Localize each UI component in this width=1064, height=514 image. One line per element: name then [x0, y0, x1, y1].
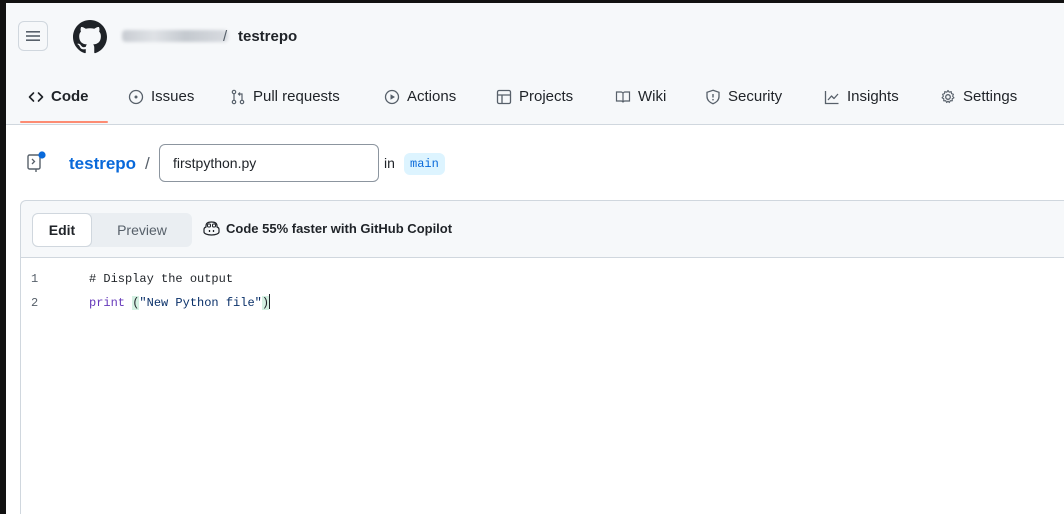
code-editor[interactable]: 1 # Display the output 2 print ("New Pyt… [20, 258, 1064, 514]
breadcrumb-separator: / [223, 28, 228, 45]
active-tab-indicator [20, 121, 108, 123]
editor-toolbar: Edit Preview Code 55% faster with GitHub… [20, 200, 1064, 258]
repo-file-icon [27, 151, 46, 172]
tab-wiki[interactable]: Wiki [615, 69, 666, 124]
repo-tabs: Code Issues Pull requests Actions Projec… [6, 69, 1064, 125]
code-line[interactable]: 2 print ("New Python file") [21, 292, 1021, 314]
hamburger-icon [26, 31, 40, 41]
top-header: / testrepo [6, 3, 1064, 69]
edit-tab[interactable]: Edit [32, 213, 92, 247]
text-cursor [269, 294, 271, 309]
tab-label: Security [728, 88, 783, 105]
code-token-string: "New Python file" [139, 296, 262, 310]
code-token-function: print [89, 296, 133, 310]
tab-security[interactable]: Security [705, 69, 782, 124]
tab-projects[interactable]: Projects [496, 69, 573, 124]
path-separator: / [145, 154, 150, 173]
git-pull-request-icon [231, 89, 245, 104]
owner-name-blurred[interactable] [122, 30, 228, 42]
table-icon [496, 89, 512, 104]
branch-badge[interactable]: main [404, 153, 445, 175]
tab-actions[interactable]: Actions [384, 69, 456, 124]
tab-label: Actions [407, 88, 457, 105]
copilot-icon [203, 221, 220, 236]
line-text: # Display the output [89, 272, 234, 286]
tab-label: Pull requests [253, 88, 340, 105]
tab-insights[interactable]: Insights [824, 69, 899, 124]
code-token-paren-close: ) [261, 296, 270, 310]
code-icon [28, 91, 44, 102]
tab-issues[interactable]: Issues [128, 69, 194, 124]
github-mark-icon[interactable] [73, 20, 107, 54]
menu-button[interactable] [18, 21, 48, 51]
play-icon [384, 89, 400, 104]
github-edit-file-window: / testrepo Code Issues Pull requests Act… [0, 0, 1064, 514]
tab-label: Projects [519, 88, 574, 105]
copilot-promo[interactable]: Code 55% faster with GitHub Copilot [203, 221, 452, 236]
edit-preview-toggle: Edit Preview [32, 213, 192, 247]
tab-settings[interactable]: Settings [940, 69, 1017, 124]
copilot-text: Code 55% faster with GitHub Copilot [226, 221, 453, 236]
tab-label: Code [51, 88, 89, 105]
shield-icon [706, 89, 720, 104]
preview-tab[interactable]: Preview [92, 213, 192, 247]
repo-link[interactable]: testrepo [69, 154, 136, 174]
gear-icon [941, 89, 955, 103]
code-line[interactable]: 1 # Display the output [21, 268, 1021, 290]
tab-label: Wiki [638, 88, 667, 105]
line-number: 2 [31, 296, 39, 310]
tab-pull-requests[interactable]: Pull requests [230, 69, 340, 124]
issue-opened-icon [128, 89, 144, 104]
tab-label: Settings [963, 88, 1018, 105]
line-text: print ("New Python file") [89, 292, 271, 314]
in-label: in [384, 155, 395, 171]
tab-label: Insights [847, 88, 899, 105]
breadcrumb-repo[interactable]: testrepo [238, 28, 297, 45]
book-icon [615, 90, 631, 103]
filename-input[interactable] [159, 144, 379, 182]
tab-code[interactable]: Code [28, 69, 89, 124]
graph-icon [824, 90, 839, 104]
line-number: 1 [31, 272, 39, 286]
tab-label: Issues [151, 88, 195, 105]
